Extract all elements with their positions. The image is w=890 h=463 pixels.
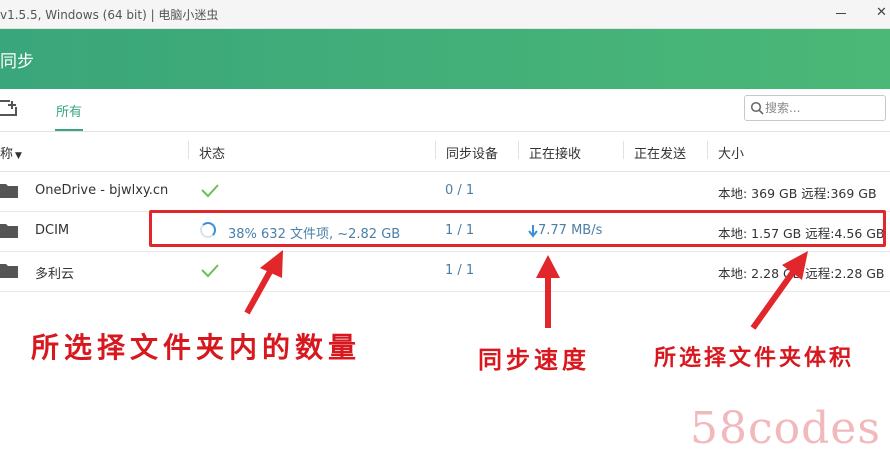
search-box[interactable]: [744, 95, 886, 121]
add-folder-icon[interactable]: [0, 99, 18, 117]
app-header: 同步: [0, 29, 890, 89]
title-bar: v1.5.5, Windows (64 bit) | 电脑小迷虫 ✕: [0, 0, 890, 29]
toolbar: 所有: [0, 89, 890, 132]
close-button[interactable]: ✕: [876, 5, 887, 21]
highlight-box: [149, 210, 886, 247]
folder-size: 本地: 2.28 GB 远程:2.28 GB: [718, 266, 885, 281]
search-icon: [750, 101, 764, 115]
sync-devices[interactable]: 0 / 1: [445, 183, 474, 198]
folder-name: OneDrive - bjwlxy.cn: [35, 183, 169, 198]
sync-devices[interactable]: 1 / 1: [445, 263, 474, 278]
column-receiving-header[interactable]: 正在接收: [517, 141, 581, 162]
column-status-header[interactable]: 状态: [187, 141, 225, 162]
annotation-file-count: 所选择文件夹内的数量: [31, 331, 362, 364]
sort-down-icon: ▼: [15, 151, 22, 161]
search-input[interactable]: [765, 99, 877, 117]
folder-name: 多利云: [35, 267, 75, 282]
folder-icon: [0, 184, 18, 198]
page-title: 同步: [0, 52, 34, 72]
annotation-folder-size: 所选择文件夹体积: [654, 345, 855, 371]
column-size-header[interactable]: 大小: [706, 141, 744, 162]
annotation-sync-speed: 同步速度: [478, 345, 590, 374]
column-name-header[interactable]: 称 ▼: [0, 143, 22, 162]
folder-name: DCIM: [35, 223, 70, 238]
table-header: 称 ▼ 状态 同步设备 正在接收 正在发送 大小: [0, 131, 890, 172]
tab-all[interactable]: 所有: [54, 101, 84, 131]
check-icon: [201, 184, 219, 198]
column-devices-header[interactable]: 同步设备: [434, 141, 498, 162]
column-sending-header[interactable]: 正在发送: [622, 141, 686, 162]
table-row[interactable]: OneDrive - bjwlxy.cn 0 / 1 本地: 369 GB 远程…: [0, 171, 890, 212]
table-row[interactable]: 多利云 1 / 1 本地: 2.28 GB 远程:2.28 GB: [0, 251, 890, 292]
window-title: v1.5.5, Windows (64 bit) | 电脑小迷虫: [0, 8, 219, 22]
folder-icon: [0, 264, 18, 278]
minimize-button[interactable]: [836, 13, 846, 14]
folder-size: 本地: 369 GB 远程:369 GB: [718, 186, 877, 201]
watermark: 58codes: [690, 403, 881, 454]
folder-icon: [0, 224, 18, 238]
check-icon: [201, 264, 219, 278]
